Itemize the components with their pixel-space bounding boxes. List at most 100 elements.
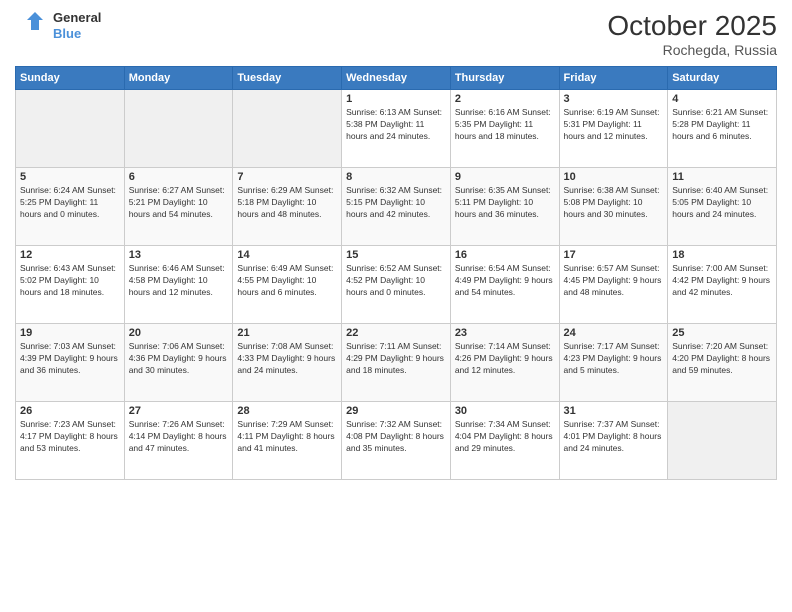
day-cell: 4 Sunrise: 6:21 AM Sunset: 5:28 PM Daylig…: [668, 90, 777, 168]
month-year: October 2025: [607, 10, 777, 42]
day-info: Sunrise: 6:19 AM Sunset: 5:31 PM Dayligh…: [564, 107, 664, 143]
day-cell: 27Sunrise: 7:26 AM Sunset: 4:14 PM Dayli…: [124, 402, 233, 480]
day-number: 1: [346, 93, 446, 105]
day-cell: 9 Sunrise: 6:35 AM Sunset: 5:11 PM Daylig…: [450, 168, 559, 246]
main-container: General Blue October 2025 Rochegda, Russ…: [0, 0, 792, 485]
day-cell: 24Sunrise: 7:17 AM Sunset: 4:23 PM Dayli…: [559, 324, 668, 402]
day-info: Sunrise: 6:35 AM Sunset: 5:11 PM Dayligh…: [455, 185, 555, 221]
day-number: 17: [564, 249, 664, 261]
day-cell: 23 Sunrise: 7:14 AM Sunset: 4:26 PM Dayli…: [450, 324, 559, 402]
day-number: 5: [20, 171, 120, 183]
day-number: 29: [346, 405, 446, 417]
day-number: 15: [346, 249, 446, 261]
day-number: 16: [455, 249, 555, 261]
day-info: Sunrise: 6:24 AM Sunset: 5:25 PM Dayligh…: [20, 185, 120, 221]
day-cell: 6Sunrise: 6:27 AM Sunset: 5:21 PM Daylig…: [124, 168, 233, 246]
day-number: 12: [20, 249, 120, 261]
day-cell: 5 Sunrise: 6:24 AM Sunset: 5:25 PM Daylig…: [16, 168, 125, 246]
col-monday: Monday: [124, 67, 233, 90]
logo-blue-label: Blue: [53, 26, 101, 42]
day-info: Sunrise: 6:13 AM Sunset: 5:38 PM Dayligh…: [346, 107, 446, 143]
day-cell: [16, 90, 125, 168]
day-cell: [233, 90, 342, 168]
week-row-4: 19 Sunrise: 7:03 AM Sunset: 4:39 PM Dayli…: [16, 324, 777, 402]
day-cell: [124, 90, 233, 168]
day-info: Sunrise: 7:11 AM Sunset: 4:29 PM Dayligh…: [346, 341, 446, 377]
day-cell: 10Sunrise: 6:38 AM Sunset: 5:08 PM Dayli…: [559, 168, 668, 246]
day-number: 9: [455, 171, 555, 183]
day-info: Sunrise: 7:08 AM Sunset: 4:33 PM Dayligh…: [237, 341, 337, 377]
day-number: 11: [672, 171, 772, 183]
calendar-header-row: Sunday Monday Tuesday Wednesday Thursday…: [16, 67, 777, 90]
day-info: Sunrise: 6:54 AM Sunset: 4:49 PM Dayligh…: [455, 263, 555, 299]
day-cell: 14Sunrise: 6:49 AM Sunset: 4:55 PM Dayli…: [233, 246, 342, 324]
day-info: Sunrise: 6:57 AM Sunset: 4:45 PM Dayligh…: [564, 263, 664, 299]
day-info: Sunrise: 7:34 AM Sunset: 4:04 PM Dayligh…: [455, 419, 555, 455]
day-number: 23: [455, 327, 555, 339]
header: General Blue October 2025 Rochegda, Russ…: [15, 10, 777, 58]
logo-svg: [15, 10, 47, 42]
day-number: 24: [564, 327, 664, 339]
day-cell: 17 Sunrise: 6:57 AM Sunset: 4:45 PM Dayli…: [559, 246, 668, 324]
day-number: 22: [346, 327, 446, 339]
logo: General Blue: [15, 10, 101, 42]
day-cell: 3Sunrise: 6:19 AM Sunset: 5:31 PM Daylig…: [559, 90, 668, 168]
day-info: Sunrise: 7:29 AM Sunset: 4:11 PM Dayligh…: [237, 419, 337, 455]
col-wednesday: Wednesday: [342, 67, 451, 90]
day-info: Sunrise: 6:21 AM Sunset: 5:28 PM Dayligh…: [672, 107, 772, 143]
day-number: 26: [20, 405, 120, 417]
col-tuesday: Tuesday: [233, 67, 342, 90]
week-row-5: 26Sunrise: 7:23 AM Sunset: 4:17 PM Dayli…: [16, 402, 777, 480]
col-saturday: Saturday: [668, 67, 777, 90]
day-number: 30: [455, 405, 555, 417]
day-info: Sunrise: 7:32 AM Sunset: 4:08 PM Dayligh…: [346, 419, 446, 455]
col-thursday: Thursday: [450, 67, 559, 90]
location: Rochegda, Russia: [607, 42, 777, 58]
day-cell: 28 Sunrise: 7:29 AM Sunset: 4:11 PM Dayli…: [233, 402, 342, 480]
day-number: 2: [455, 93, 555, 105]
week-row-2: 5 Sunrise: 6:24 AM Sunset: 5:25 PM Daylig…: [16, 168, 777, 246]
day-cell: 25Sunrise: 7:20 AM Sunset: 4:20 PM Dayli…: [668, 324, 777, 402]
day-info: Sunrise: 6:52 AM Sunset: 4:52 PM Dayligh…: [346, 263, 446, 299]
day-cell: 7 Sunrise: 6:29 AM Sunset: 5:18 PM Daylig…: [233, 168, 342, 246]
day-cell: 21 Sunrise: 7:08 AM Sunset: 4:33 PM Dayli…: [233, 324, 342, 402]
day-number: 7: [237, 171, 337, 183]
week-row-3: 12 Sunrise: 6:43 AM Sunset: 5:02 PM Dayli…: [16, 246, 777, 324]
day-cell: [668, 402, 777, 480]
title-block: October 2025 Rochegda, Russia: [607, 10, 777, 58]
day-info: Sunrise: 6:16 AM Sunset: 5:35 PM Dayligh…: [455, 107, 555, 143]
day-info: Sunrise: 6:43 AM Sunset: 5:02 PM Dayligh…: [20, 263, 120, 299]
day-info: Sunrise: 7:20 AM Sunset: 4:20 PM Dayligh…: [672, 341, 772, 377]
day-cell: 1 Sunrise: 6:13 AM Sunset: 5:38 PM Daylig…: [342, 90, 451, 168]
day-cell: 2 Sunrise: 6:16 AM Sunset: 5:35 PM Daylig…: [450, 90, 559, 168]
day-info: Sunrise: 6:32 AM Sunset: 5:15 PM Dayligh…: [346, 185, 446, 221]
day-cell: 15 Sunrise: 6:52 AM Sunset: 4:52 PM Dayli…: [342, 246, 451, 324]
day-cell: 19 Sunrise: 7:03 AM Sunset: 4:39 PM Dayli…: [16, 324, 125, 402]
day-number: 19: [20, 327, 120, 339]
day-info: Sunrise: 6:49 AM Sunset: 4:55 PM Dayligh…: [237, 263, 337, 299]
day-info: Sunrise: 7:03 AM Sunset: 4:39 PM Dayligh…: [20, 341, 120, 377]
day-cell: 22 Sunrise: 7:11 AM Sunset: 4:29 PM Dayli…: [342, 324, 451, 402]
day-cell: 31Sunrise: 7:37 AM Sunset: 4:01 PM Dayli…: [559, 402, 668, 480]
day-info: Sunrise: 7:14 AM Sunset: 4:26 PM Dayligh…: [455, 341, 555, 377]
day-number: 21: [237, 327, 337, 339]
day-info: Sunrise: 7:00 AM Sunset: 4:42 PM Dayligh…: [672, 263, 772, 299]
calendar-table: Sunday Monday Tuesday Wednesday Thursday…: [15, 66, 777, 480]
day-number: 27: [129, 405, 229, 417]
day-number: 8: [346, 171, 446, 183]
day-number: 10: [564, 171, 664, 183]
day-number: 20: [129, 327, 229, 339]
day-number: 4: [672, 93, 772, 105]
day-cell: 13Sunrise: 6:46 AM Sunset: 4:58 PM Dayli…: [124, 246, 233, 324]
day-info: Sunrise: 7:06 AM Sunset: 4:36 PM Dayligh…: [129, 341, 229, 377]
day-info: Sunrise: 6:29 AM Sunset: 5:18 PM Dayligh…: [237, 185, 337, 221]
logo-general-label: General: [53, 10, 101, 26]
col-friday: Friday: [559, 67, 668, 90]
day-cell: 8 Sunrise: 6:32 AM Sunset: 5:15 PM Daylig…: [342, 168, 451, 246]
day-number: 6: [129, 171, 229, 183]
day-cell: 12 Sunrise: 6:43 AM Sunset: 5:02 PM Dayli…: [16, 246, 125, 324]
day-cell: 30 Sunrise: 7:34 AM Sunset: 4:04 PM Dayli…: [450, 402, 559, 480]
col-sunday: Sunday: [16, 67, 125, 90]
day-cell: 11Sunrise: 6:40 AM Sunset: 5:05 PM Dayli…: [668, 168, 777, 246]
day-number: 28: [237, 405, 337, 417]
